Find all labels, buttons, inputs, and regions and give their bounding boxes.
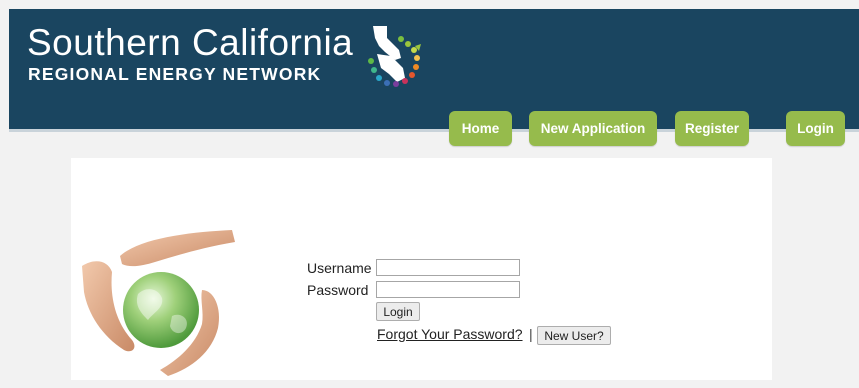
logo-title: Southern California — [27, 22, 354, 63]
nav-home-button[interactable]: Home — [449, 111, 512, 146]
nav-login-button[interactable]: Login — [786, 111, 845, 146]
new-user-button[interactable]: New User? — [537, 326, 611, 345]
forgot-password-link[interactable]: Forgot Your Password? — [377, 326, 523, 342]
nav-register-button[interactable]: Register — [675, 111, 749, 146]
hands-around-globe-image — [80, 228, 235, 378]
username-input[interactable] — [376, 259, 520, 276]
password-input[interactable] — [376, 281, 520, 298]
logo-subtitle: REGIONAL ENERGY NETWORK — [28, 64, 322, 84]
login-submit-button[interactable]: Login — [376, 302, 420, 321]
link-separator: | — [529, 326, 533, 342]
username-label: Username — [307, 260, 372, 276]
nav-new-application-button[interactable]: New Application — [529, 111, 657, 146]
california-state-energy-icon — [368, 26, 421, 87]
password-label: Password — [307, 282, 369, 298]
top-strip — [0, 0, 859, 9]
